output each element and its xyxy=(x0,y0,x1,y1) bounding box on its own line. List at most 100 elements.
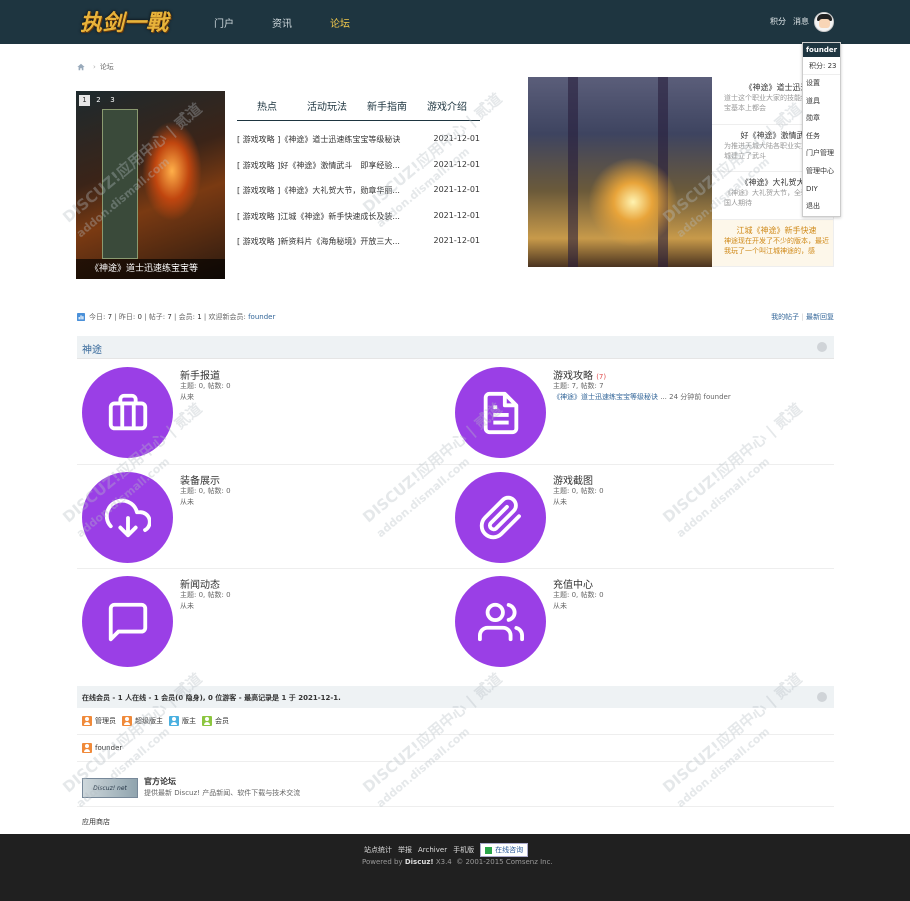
category-name[interactable]: 神途 xyxy=(82,341,102,356)
points-link[interactable]: 积分 xyxy=(770,16,786,27)
slider-caption[interactable]: 《神途》道士迅速练宝宝等 xyxy=(76,259,225,279)
main-nav: 门户 资讯 论坛 xyxy=(214,15,388,30)
forum-name[interactable]: 装备展示 xyxy=(180,472,220,487)
collapse-icon[interactable] xyxy=(817,692,827,702)
user-dropdown-menu: founder 积分: 23 设置 道具 勋章 任务 门户管理 管理中心 DIY… xyxy=(802,42,841,217)
menu-logout[interactable]: 退出 xyxy=(803,198,840,216)
menu-medals[interactable]: 勋章 xyxy=(803,110,840,128)
featured-image[interactable] xyxy=(528,77,712,267)
chart-icon xyxy=(77,313,85,321)
forum-meta: 主题: 0, 帖数: 0 xyxy=(553,487,604,495)
last-post-info: ... 24 分钟前 founder xyxy=(660,393,731,401)
tab-activities[interactable]: 活动玩法 xyxy=(297,98,357,120)
news-title[interactable]: [ 游戏攻略 ]《神途》道士迅速练宝宝等级秘诀 xyxy=(237,134,422,160)
forum-item[interactable]: 游戏截图 主题: 0, 帖数: 0 从未 xyxy=(450,466,820,563)
tab-hot[interactable]: 热点 xyxy=(237,98,297,120)
tab-intro[interactable]: 游戏介绍 xyxy=(417,98,477,120)
featured-news-title[interactable]: 江城《神途》新手快速 xyxy=(724,225,829,236)
featured-news-item[interactable]: 江城《神途》新手快速 神途现在开发了不少的版本，最近我玩了一个叫江城神途的，感 xyxy=(712,219,833,267)
footer-report-link[interactable]: 举报 xyxy=(398,845,412,855)
brand-link[interactable]: Discuz! xyxy=(405,858,434,866)
message-icon[interactable] xyxy=(82,576,173,667)
forum-name[interactable]: 游戏截图 xyxy=(553,472,593,487)
nav-forum[interactable]: 论坛 xyxy=(330,15,350,30)
slider-page-3[interactable]: 3 xyxy=(107,95,118,106)
news-item[interactable]: [ 游戏攻略 ]新资料片《海角秘境》开放三大... 2021-12-01 xyxy=(237,236,480,262)
divider xyxy=(77,464,834,465)
breadcrumb-current[interactable]: 论坛 xyxy=(100,62,114,72)
forum-new-count: (7) xyxy=(596,373,607,381)
online-user[interactable]: founder xyxy=(82,743,122,753)
forum-item[interactable]: 游戏攻略 (7) 主题: 7, 帖数: 7 《神途》道士迅速练宝宝等级秘诀 ..… xyxy=(450,361,820,458)
legend-admin: 管理员 xyxy=(82,716,116,726)
menu-diy[interactable]: DIY xyxy=(803,181,840,199)
news-title[interactable]: [ 游戏攻略 ]新资料片《海角秘境》开放三大... xyxy=(237,236,422,262)
forum-name[interactable]: 新闻动态 xyxy=(180,576,220,591)
menu-settings[interactable]: 设置 xyxy=(803,75,840,93)
briefcase-icon[interactable] xyxy=(82,367,173,458)
discuz-logo[interactable]: Discuz! net xyxy=(82,778,138,798)
slider-page-1[interactable]: 1 xyxy=(79,95,90,106)
menu-portal-admin[interactable]: 门户管理 xyxy=(803,145,840,163)
document-icon[interactable] xyxy=(455,367,546,458)
user-avatar[interactable] xyxy=(814,12,834,32)
online-username[interactable]: founder xyxy=(95,744,122,752)
home-icon[interactable] xyxy=(77,63,85,71)
legend-mod: 版主 xyxy=(169,716,196,726)
new-member-link[interactable]: founder xyxy=(248,313,275,321)
powered-label: Powered by xyxy=(362,858,403,866)
news-list: [ 游戏攻略 ]《神途》道士迅速练宝宝等级秘诀 2021-12-01 [ 游戏攻略… xyxy=(237,134,480,262)
friend-link-name[interactable]: 官方论坛 xyxy=(144,776,176,787)
breadcrumb: › 论坛 xyxy=(77,62,114,72)
divider xyxy=(77,806,834,807)
forum-name[interactable]: 游戏攻略 (7) xyxy=(553,367,606,382)
cloud-download-icon[interactable] xyxy=(82,472,173,563)
news-item[interactable]: [ 游戏攻略 ]《神途》大礼贺大节，勋章华丽... 2021-12-01 xyxy=(237,185,480,211)
legend-super-mod: 超级版主 xyxy=(122,716,163,726)
forum-item[interactable]: 充值中心 主题: 0, 帖数: 0 从未 xyxy=(450,570,820,667)
stats-right-links: 我的帖子 | 最新回复 xyxy=(771,313,834,321)
menu-props[interactable]: 道具 xyxy=(803,93,840,111)
news-title[interactable]: [ 游戏攻略 ]好《神途》激情武斗 即享经验... xyxy=(237,160,422,186)
dropdown-username[interactable]: founder xyxy=(803,43,840,57)
footer-mobile-link[interactable]: 手机版 xyxy=(453,845,474,855)
collapse-icon[interactable] xyxy=(817,342,827,352)
nav-portal[interactable]: 门户 xyxy=(214,15,234,30)
forum-name[interactable]: 充值中心 xyxy=(553,576,593,591)
news-title[interactable]: [ 游戏攻略 ]江城《神途》新手快速成长及装... xyxy=(237,211,422,237)
online-consult-button[interactable]: 在线咨询 xyxy=(480,843,529,857)
messages-link[interactable]: 消息 xyxy=(793,16,809,27)
last-post-link[interactable]: 《神途》道士迅速练宝宝等级秘诀 xyxy=(553,393,658,401)
footer-archiver-link[interactable]: Archiver xyxy=(418,846,447,854)
forum-name[interactable]: 新手报道 xyxy=(180,367,220,382)
slider-page-2[interactable]: 2 xyxy=(93,95,104,106)
user-icon xyxy=(122,716,132,726)
menu-admin-center[interactable]: 管理中心 xyxy=(803,163,840,181)
menu-tasks[interactable]: 任务 xyxy=(803,128,840,146)
tab-guide[interactable]: 新手指南 xyxy=(357,98,417,120)
forum-item[interactable]: 新闻动态 主题: 0, 帖数: 0 从未 xyxy=(77,570,447,667)
news-item[interactable]: [ 游戏攻略 ]《神途》道士迅速练宝宝等级秘诀 2021-12-01 xyxy=(237,134,480,160)
stat-posts: 7 xyxy=(167,313,172,321)
news-item[interactable]: [ 游戏攻略 ]好《神途》激情武斗 即享经验... 2021-12-01 xyxy=(237,160,480,186)
forum-item[interactable]: 装备展示 主题: 0, 帖数: 0 从未 xyxy=(77,466,447,563)
legend-member: 会员 xyxy=(202,716,229,726)
user-icon xyxy=(202,716,212,726)
latest-reply-link[interactable]: 最新回复 xyxy=(806,313,834,321)
footer-stats-link[interactable]: 站点统计 xyxy=(364,845,392,855)
nav-news[interactable]: 资讯 xyxy=(272,15,292,30)
forum-stats: 今日: 7 | 昨日: 0 | 帖子: 7 | 会员: 1 | 欢迎新会员: f… xyxy=(77,312,834,322)
news-item[interactable]: [ 游戏攻略 ]江城《神途》新手快速成长及装... 2021-12-01 xyxy=(237,211,480,237)
image-slider[interactable]: 1 2 3 《神途》道士迅速练宝宝等 xyxy=(76,91,225,279)
forum-meta: 主题: 0, 帖数: 0 xyxy=(180,382,231,390)
stat-yesterday: 0 xyxy=(137,313,142,321)
user-group-legend: 管理员 超级版主 版主 会员 xyxy=(82,716,235,726)
news-title[interactable]: [ 游戏攻略 ]《神途》大礼贺大节，勋章华丽... xyxy=(237,185,422,211)
app-store-link[interactable]: 应用商店 xyxy=(82,817,110,827)
forum-item[interactable]: 新手报道 主题: 0, 帖数: 0 从来 xyxy=(77,361,447,458)
paperclip-icon[interactable] xyxy=(455,472,546,563)
online-summary[interactable]: 在线会员 - 1 人在线 - 1 会员(0 隐身), 0 位游客 - 最高记录是… xyxy=(82,693,341,703)
site-logo[interactable]: 执剑一戰 xyxy=(80,5,168,37)
my-posts-link[interactable]: 我的帖子 xyxy=(771,313,799,321)
users-icon[interactable] xyxy=(455,576,546,667)
